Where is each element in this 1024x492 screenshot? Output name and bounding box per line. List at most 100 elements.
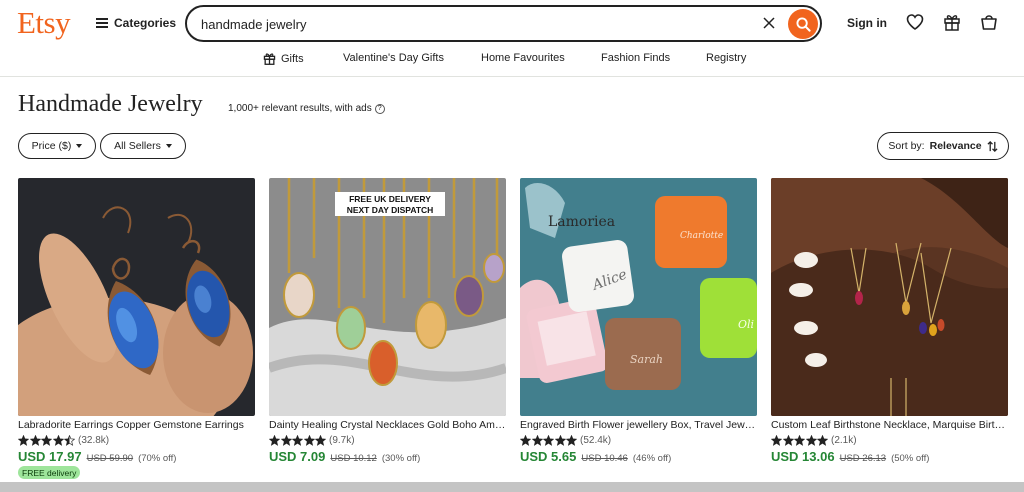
banner-text-1: FREE UK DELIVERY [349,194,431,204]
help-icon[interactable]: ? [374,103,385,114]
sale-price: USD 5.65 [520,449,577,464]
etsy-logo[interactable]: Etsy [17,5,71,41]
sellers-filter-label: All Sellers [114,140,161,152]
menu-icon [96,18,108,28]
close-icon [763,17,775,29]
heart-icon [906,14,924,30]
free-delivery-badge: FREE delivery [18,466,81,479]
review-count: (32.8k) [78,434,110,446]
banner-text-2: NEXT DAY DISPATCH [347,205,434,215]
result-count: 1,000+ relevant results, with ads ? [228,103,385,114]
price-filter-label: Price ($) [31,140,72,152]
star-icon [315,434,326,446]
star-icon [817,434,828,446]
product-title[interactable]: Dainty Healing Crystal Necklaces Gold Bo… [269,419,506,431]
search-icon [795,16,811,32]
search-input[interactable] [201,15,741,33]
gift-icon [944,15,960,31]
result-count-text: 1,000+ relevant results, with ads [228,103,372,114]
star-icon [41,434,52,446]
rating-stars [771,434,828,446]
product-image[interactable]: FREE UK DELIVERY NEXT DAY DISPATCH [269,178,506,416]
star-icon [805,434,817,446]
star-icon [292,434,303,446]
box-name-oli: Oli [738,318,754,331]
star-icon [303,434,315,446]
product-title[interactable]: Custom Leaf Birthstone Necklace, Marquis… [771,419,1008,431]
nav-item-home-favourites[interactable]: Home Favourites [481,52,565,64]
cart-button[interactable] [979,12,999,32]
star-icon [18,434,29,446]
star-icon [531,434,543,446]
star-icon [566,434,577,446]
star-icon [794,434,805,446]
price-row: USD 13.06 USD 26.13 (50% off) [771,449,929,464]
sale-price: USD 7.09 [269,449,326,464]
cart-icon [981,15,997,30]
nav-item-fashion-finds[interactable]: Fashion Finds [601,52,670,64]
product-title[interactable]: Labradorite Earrings Copper Gemstone Ear… [18,419,255,431]
chevron-down-icon [165,144,172,148]
category-nav: Gifts Valentine's Day Gifts Home Favouri… [0,48,1024,70]
gift-icon [263,53,276,65]
sort-value: Relevance [929,140,982,152]
sellers-filter-button[interactable]: All Sellers [100,133,186,159]
original-price: USD 10.12 [330,453,377,464]
star-icon [520,434,531,446]
sign-in-link[interactable]: Sign in [847,16,887,30]
star-icon [771,434,782,446]
nav-item-registry[interactable]: Registry [706,52,746,64]
categories-button[interactable]: Categories [96,13,176,33]
product-rating: (9.7k) [269,434,355,446]
sort-prefix: Sort by: [888,140,925,152]
header-divider [0,76,1024,77]
nav-item-valentines[interactable]: Valentine's Day Gifts [343,52,444,64]
sort-button[interactable]: Sort by: Relevance [877,132,1009,160]
price-row: USD 7.09 USD 10.12 (30% off) [269,449,420,464]
rating-stars [269,434,326,446]
discount: (46% off) [632,453,672,464]
rating-stars [18,434,75,446]
chevron-down-icon [76,144,83,148]
star-icon [269,434,280,446]
clear-search-button[interactable] [757,11,781,35]
original-price: USD 59.90 [86,453,134,464]
star-icon [280,434,292,446]
gift-button[interactable] [942,12,962,32]
discount: (30% off) [381,453,421,464]
horizontal-scrollbar[interactable] [0,482,1024,492]
product-rating: (32.8k) [18,434,109,446]
box-name-sarah: Sarah [630,353,663,366]
star-icon [29,434,41,446]
review-count: (2.1k) [831,434,857,446]
nav-item-gifts[interactable]: Gifts [263,52,304,65]
discount: (50% off) [891,453,930,464]
product-image[interactable]: Alice Charlotte Sarah Oli Lamoriea [520,178,757,416]
product-image[interactable] [771,178,1008,416]
discount: (70% off) [138,453,177,464]
product-image[interactable] [18,178,255,416]
search-button[interactable] [788,9,818,39]
price-filter-button[interactable]: Price ($) [18,133,96,159]
star-icon [52,434,64,446]
box-name-charlotte: Charlotte [680,231,723,241]
price-row: USD 17.97 USD 59.90 (70% off) [18,449,176,464]
star-icon [543,434,554,446]
product-rating: (2.1k) [771,434,857,446]
rating-stars [520,434,577,446]
review-count: (9.7k) [329,434,355,446]
sale-price: USD 13.06 [771,449,835,464]
star-icon [64,434,75,446]
site-header: Etsy Categories Sign in [0,0,1024,46]
product-rating: (52.4k) [520,434,611,446]
star-icon [554,434,566,446]
categories-label: Categories [114,16,177,30]
box-brand: Lamoriea [548,214,615,230]
original-price: USD 26.13 [839,453,887,464]
sale-price: USD 17.97 [18,449,82,464]
nav-label: Gifts [281,52,304,65]
product-title[interactable]: Engraved Birth Flower jewellery Box, Tra… [520,419,757,431]
review-count: (52.4k) [580,434,612,446]
favorites-button[interactable] [905,12,925,32]
price-row: USD 5.65 USD 10.46 (46% off) [520,449,671,464]
